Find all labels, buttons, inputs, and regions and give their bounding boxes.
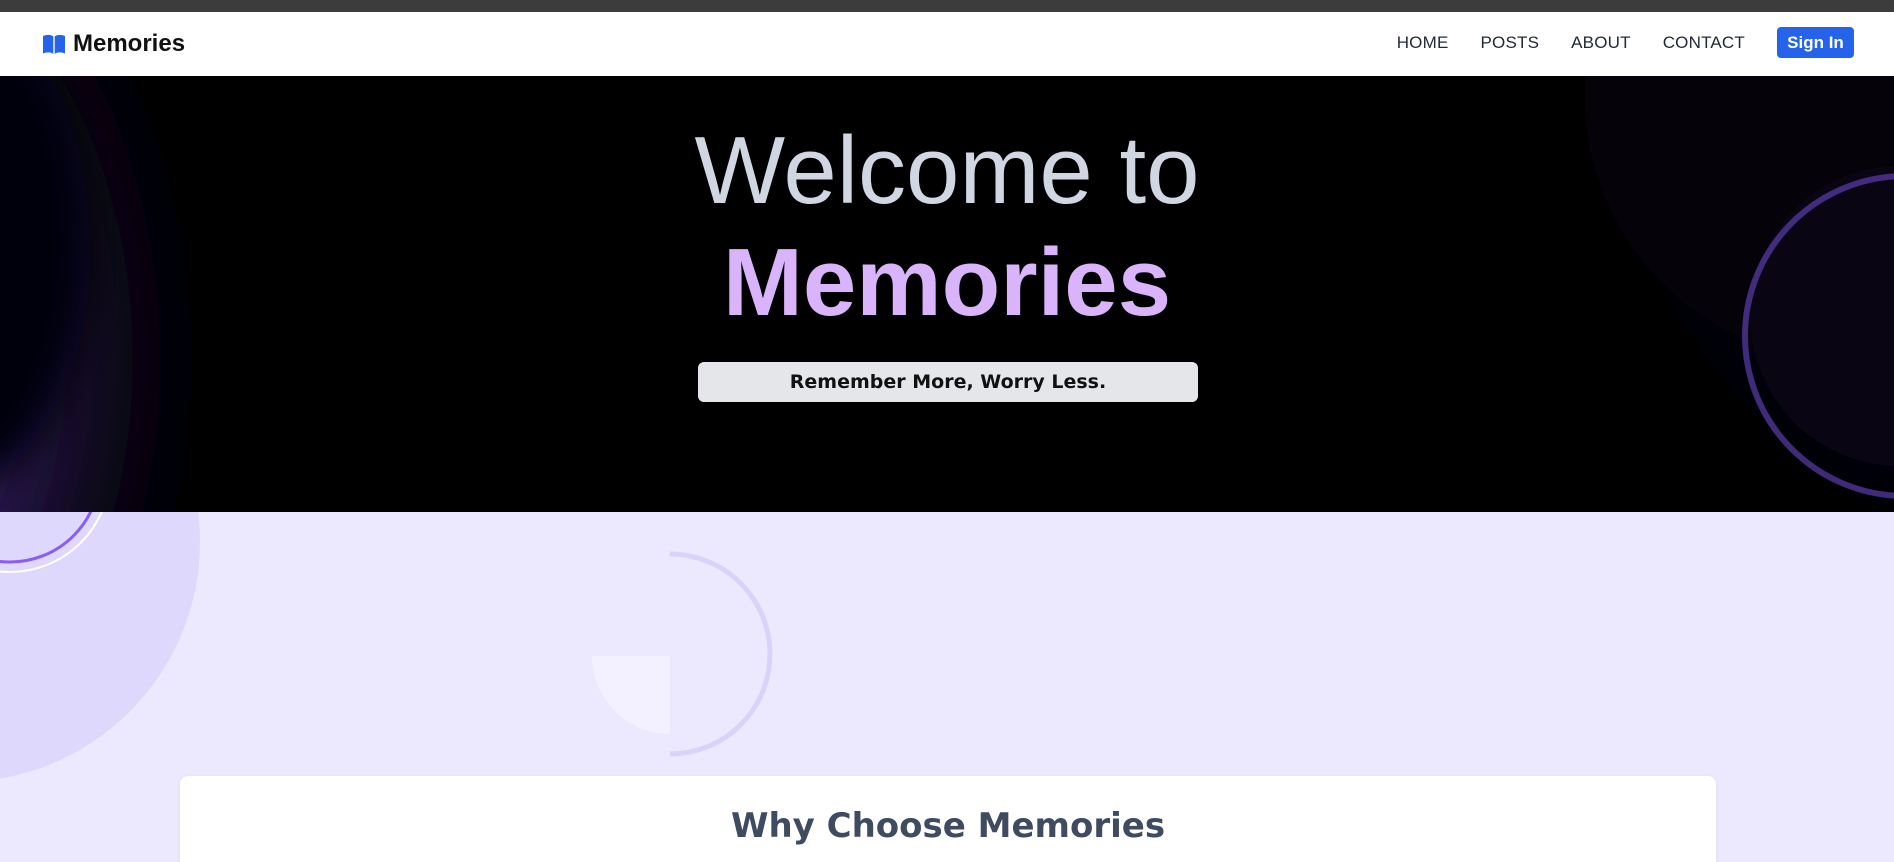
brand-name: Memories — [73, 30, 186, 57]
nav-about[interactable]: ABOUT — [1571, 28, 1631, 58]
hero-section: Welcome to Memories Remember More, Worry… — [0, 76, 1894, 512]
features-section: Why Choose Memories — [0, 512, 1894, 862]
nav-contact[interactable]: CONTACT — [1663, 28, 1745, 58]
main-nav: HOME POSTS ABOUT CONTACT Sign In — [1397, 27, 1854, 58]
brand-logo[interactable]: Memories — [42, 30, 185, 58]
features-title: Why Choose Memories — [730, 806, 1166, 846]
hero-tagline: Remember More, Worry Less. — [698, 362, 1198, 402]
open-book-icon — [43, 34, 65, 54]
features-card: Why Choose Memories — [180, 776, 1716, 862]
browser-top-strip — [0, 0, 1894, 12]
hero-title: Welcome to — [694, 117, 1200, 224]
sign-in-button[interactable]: Sign In — [1777, 27, 1854, 58]
hero-brand-name: Memories — [722, 229, 1172, 336]
nav-home[interactable]: HOME — [1397, 28, 1449, 58]
navbar: Memories HOME POSTS ABOUT CONTACT Sign I… — [0, 12, 1894, 76]
nav-posts[interactable]: POSTS — [1481, 28, 1540, 58]
